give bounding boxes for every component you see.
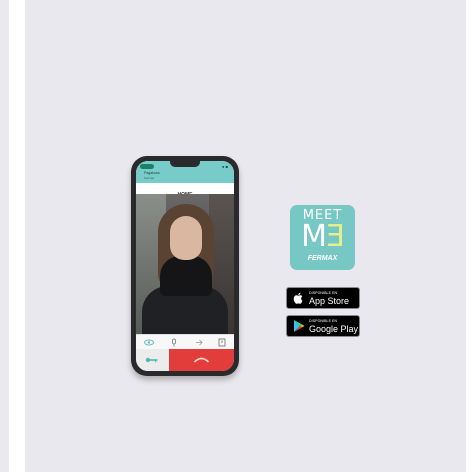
mic-icon[interactable] [169,338,179,347]
logo-brand-text: FERMAX [307,255,338,262]
hangup-button[interactable] [169,349,234,371]
logo-e: Ǝ [325,219,345,254]
arrow-icon[interactable] [194,338,204,347]
app-store-badge[interactable]: DISPONIBLE EN App Store [286,287,360,309]
video-feed [136,194,234,334]
open-door-button[interactable] [136,349,169,371]
box-icon[interactable] [217,338,227,347]
call-controls [136,334,234,350]
content-panel [25,0,466,472]
phone-screen: ● ■ Pagakusa Fermax HOME [136,161,234,371]
home-bar: HOME [136,183,234,198]
left-edge-strip [0,0,9,472]
logo-m: M [301,219,327,254]
phone-mockup: ● ■ Pagakusa Fermax HOME [131,156,239,376]
phone-hangup-icon [194,357,209,363]
key-icon [145,357,158,363]
action-bar [136,349,234,371]
google-play-badge[interactable]: DISPONIBLE EN Google Play [286,315,360,337]
app-store-small-text: DISPONIBLE EN [309,291,338,295]
eye-icon[interactable] [144,338,154,347]
google-play-big-text: Google Play [309,324,359,334]
logo-me-mark: MƎ [290,221,355,253]
app-user-label: Pagakusa [144,171,160,175]
meetme-logo: MEET MƎ FERMAX [290,205,355,270]
app-store-big-text: App Store [309,296,350,306]
google-play-icon [294,320,305,332]
google-play-small-text: DISPONIBLE EN [309,319,338,323]
app-sub-label: Fermax [144,176,155,180]
status-pill [140,164,154,169]
status-icons: ● ■ [222,164,228,169]
phone-notch [170,161,200,167]
apple-icon [293,292,303,304]
